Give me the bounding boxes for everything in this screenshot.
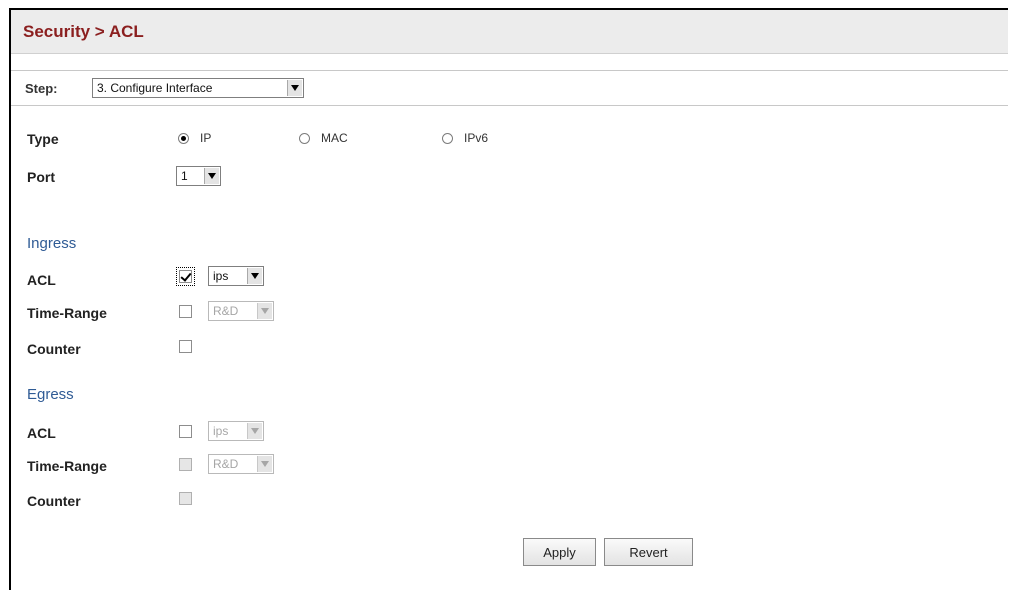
chevron-down-icon <box>287 80 302 96</box>
step-row: Step: 3. Configure Interface <box>11 70 1008 106</box>
step-label: Step: <box>25 81 58 96</box>
ingress-acl-label: ACL <box>27 272 56 288</box>
egress-acl-select: ips <box>208 421 264 441</box>
step-select-value: 3. Configure Interface <box>97 81 213 95</box>
radio-ipv6-label: IPv6 <box>464 131 489 145</box>
egress-acl-select-value: ips <box>213 424 229 438</box>
ingress-acl-select[interactable]: ips <box>208 266 264 286</box>
radio-mac[interactable] <box>299 133 310 144</box>
radio-ipv6[interactable] <box>442 133 453 144</box>
port-label: Port <box>27 169 55 185</box>
egress-time-range-select-value: R&D <box>213 457 239 471</box>
ingress-counter-checkbox[interactable] <box>179 340 192 353</box>
ingress-heading: Ingress <box>27 235 77 252</box>
egress-heading: Egress <box>27 386 74 403</box>
chevron-down-icon <box>247 423 262 439</box>
type-label: Type <box>27 131 59 147</box>
egress-time-range-checkbox <box>179 458 192 471</box>
port-select[interactable]: 1 <box>176 166 221 186</box>
ingress-time-range-select: R&D <box>208 301 274 321</box>
title-bar: Security > ACL <box>11 10 1008 54</box>
chevron-down-icon <box>204 168 219 184</box>
egress-acl-checkbox[interactable] <box>179 425 192 438</box>
chevron-down-icon <box>257 303 272 319</box>
ingress-acl-select-value: ips <box>213 269 229 283</box>
ingress-time-range-select-value: R&D <box>213 304 239 318</box>
step-select[interactable]: 3. Configure Interface <box>92 78 304 98</box>
apply-button[interactable]: Apply <box>523 538 596 566</box>
type-radio-ipv6[interactable]: IPv6 <box>442 131 512 147</box>
egress-time-range-label: Time-Range <box>27 458 107 474</box>
revert-button[interactable]: Revert <box>604 538 693 566</box>
egress-counter-checkbox <box>179 492 192 505</box>
chevron-down-icon <box>257 456 272 472</box>
page-frame: Security > ACL Step: 3. Configure Interf… <box>9 8 1008 590</box>
ingress-time-range-checkbox[interactable] <box>179 305 192 318</box>
radio-ip[interactable] <box>178 133 189 144</box>
radio-ip-label: IP <box>200 131 212 145</box>
radio-mac-label: MAC <box>321 131 348 145</box>
ingress-time-range-label: Time-Range <box>27 305 107 321</box>
chevron-down-icon <box>247 268 262 284</box>
egress-acl-label: ACL <box>27 425 56 441</box>
type-radio-ip[interactable]: IP <box>178 131 238 147</box>
ingress-acl-checkbox[interactable] <box>176 267 195 286</box>
egress-counter-label: Counter <box>27 493 81 509</box>
page-title: Security > ACL <box>23 22 144 41</box>
type-radio-mac[interactable]: MAC <box>299 131 369 147</box>
egress-time-range-select: R&D <box>208 454 274 474</box>
port-select-value: 1 <box>181 169 188 183</box>
ingress-counter-label: Counter <box>27 341 81 357</box>
